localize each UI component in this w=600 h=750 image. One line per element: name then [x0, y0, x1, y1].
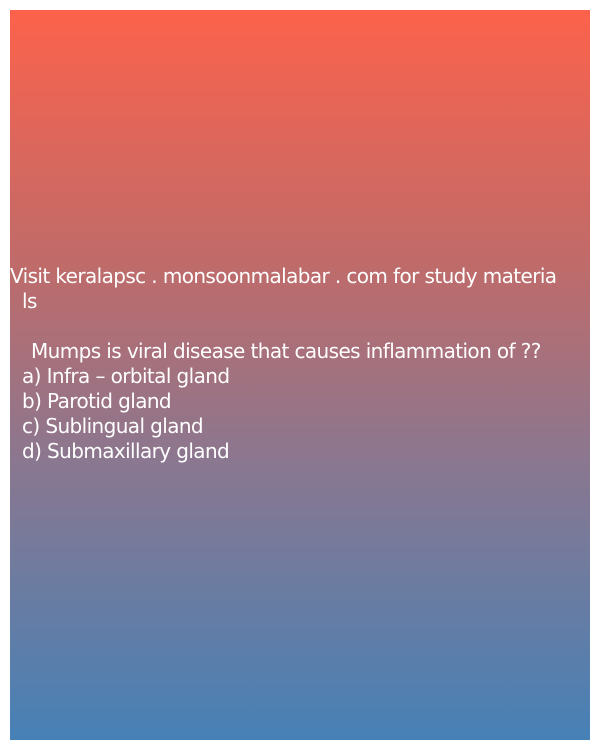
- promo-line-1: Visit keralapsc . monsoonmalabar . com f…: [10, 264, 557, 288]
- option-a: a) Infra – orbital gland: [22, 364, 230, 388]
- post-card: Visit keralapsc . monsoonmalabar . com f…: [10, 10, 590, 740]
- post-text: Visit keralapsc . monsoonmalabar . com f…: [10, 264, 590, 464]
- option-d: d) Submaxillary gland: [22, 439, 230, 463]
- option-b: b) Parotid gland: [22, 389, 172, 413]
- question-text: Mumps is viral disease that causes infla…: [31, 339, 541, 363]
- option-c: c) Sublingual gland: [22, 414, 204, 438]
- promo-line-2: ls: [22, 289, 37, 313]
